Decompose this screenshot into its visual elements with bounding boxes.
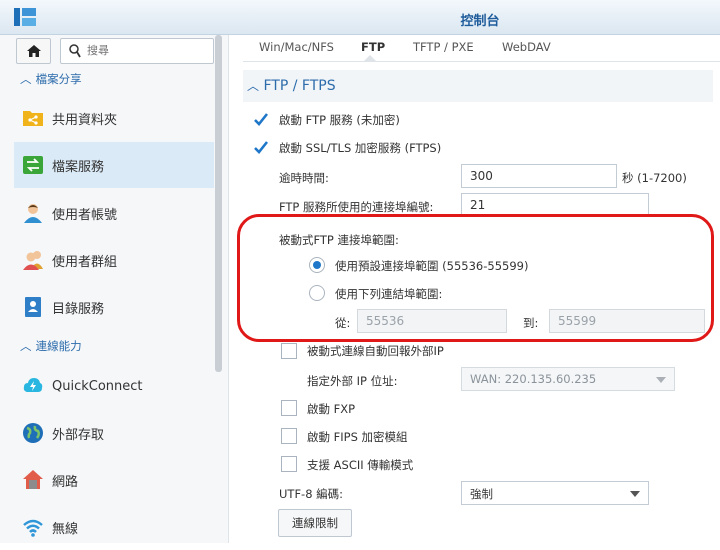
range-to-label: 到:: [523, 316, 539, 330]
passive-external-ip-checkbox[interactable]: [281, 343, 297, 359]
sidebar: ︿ 檔案分享 共用資料夾 檔案服務 使: [0, 35, 229, 543]
passive-external-ip-label: 被動式連線自動回報外部IP: [307, 344, 444, 358]
range-to-input[interactable]: 55599: [549, 309, 705, 333]
utf8-select[interactable]: 強制: [461, 481, 649, 505]
external-ip-label: 指定外部 IP 位址:: [307, 374, 398, 388]
sidebar-item-shared-folder[interactable]: 共用資料夾: [14, 95, 214, 141]
home-icon: [26, 45, 41, 57]
control-panel-icon: [14, 8, 36, 26]
ascii-mode-label: 支援 ASCII 傳輸模式: [307, 458, 414, 472]
chevron-up-icon: ︿: [20, 339, 32, 353]
external-access-icon: [22, 422, 44, 444]
sidebar-item-file-services[interactable]: 檔案服務: [14, 142, 214, 188]
window-titlebar: 控制台: [0, 0, 720, 35]
timeout-label: 逾時時間:: [279, 171, 329, 185]
sidebar-item-user[interactable]: 使用者帳號: [14, 190, 214, 236]
external-ip-select[interactable]: WAN: 220.135.60.235: [461, 367, 675, 391]
tab-bar: Win/Mac/NFS FTP TFTP / PXE WebDAV: [243, 35, 720, 62]
enable-fxp-label: 啟動 FXP: [307, 402, 356, 416]
directory-icon: [22, 296, 44, 318]
search-icon: [69, 44, 81, 58]
main-panel: Win/Mac/NFS FTP TFTP / PXE WebDAV ︿ FTP …: [229, 35, 720, 543]
tab-webdav[interactable]: WebDAV: [502, 40, 551, 54]
passive-range-label: 被動式FTP 連接埠範圍:: [279, 233, 399, 247]
sidebar-item-directory[interactable]: 目錄服務: [14, 284, 214, 330]
enable-fips-label: 啟動 FIPS 加密模組: [307, 430, 408, 444]
active-tab-indicator: [364, 55, 376, 61]
sidebar-item-quickconnect[interactable]: QuickConnect: [14, 363, 214, 409]
ftp-port-label: FTP 服務所使用的連接埠編號:: [279, 200, 434, 214]
sidebar-item-wireless[interactable]: 無線: [14, 504, 214, 550]
chevron-down-icon: [656, 377, 666, 383]
custom-range-radio[interactable]: [309, 285, 325, 301]
quickconnect-icon: [22, 375, 44, 397]
enable-ftps-label: 啟動 SSL/TLS 加密服務 (FTPS): [279, 141, 442, 155]
chevron-up-icon: ︿: [20, 72, 32, 86]
sidebar-section-connectivity[interactable]: ︿ 連線能力: [20, 338, 82, 354]
section-title-ftp: ︿ FTP / FTPS: [247, 78, 336, 94]
ascii-mode-checkbox[interactable]: [281, 456, 297, 472]
range-from-label: 從:: [335, 316, 351, 330]
enable-ftp-checkbox[interactable]: [253, 112, 269, 128]
default-range-label: 使用預設連接埠範圍 (55536-55599): [335, 259, 529, 273]
utf8-label: UTF-8 編碼:: [279, 487, 344, 501]
tab-ftp[interactable]: FTP: [361, 40, 385, 54]
file-services-icon: [22, 154, 44, 176]
enable-fxp-checkbox[interactable]: [281, 400, 297, 416]
default-range-radio[interactable]: [309, 257, 325, 273]
shared-folder-icon: [22, 107, 44, 129]
home-button[interactable]: [16, 38, 51, 64]
search-input[interactable]: [87, 42, 205, 58]
custom-range-label: 使用下列連結埠範圍:: [335, 287, 443, 301]
sidebar-item-network[interactable]: 網路: [14, 457, 214, 503]
network-icon: [22, 469, 44, 491]
enable-ftps-checkbox[interactable]: [253, 140, 269, 156]
range-from-input[interactable]: 55536: [357, 309, 507, 333]
sidebar-scrollbar[interactable]: [215, 35, 222, 372]
tab-tftp-pxe[interactable]: TFTP / PXE: [413, 40, 474, 54]
enable-ftp-label: 啟動 FTP 服務 (未加密): [279, 113, 400, 127]
ftp-port-input[interactable]: 21: [461, 193, 649, 217]
enable-fips-checkbox[interactable]: [281, 428, 297, 444]
sidebar-section-file-sharing[interactable]: ︿ 檔案分享: [20, 71, 82, 87]
connection-limit-button[interactable]: 連線限制: [278, 509, 352, 537]
wireless-icon: [22, 516, 44, 538]
sidebar-item-external-access[interactable]: 外部存取: [14, 410, 214, 456]
sidebar-item-group[interactable]: 使用者群組: [14, 237, 214, 283]
window-title: 控制台: [460, 14, 500, 29]
timeout-unit: 秒 (1-7200): [622, 171, 687, 185]
user-icon: [22, 202, 44, 224]
group-icon: [22, 249, 44, 271]
chevron-up-icon: ︿: [247, 79, 260, 93]
tab-win-mac-nfs[interactable]: Win/Mac/NFS: [259, 40, 334, 54]
search-box[interactable]: [60, 38, 214, 64]
timeout-input[interactable]: 300: [461, 164, 617, 188]
chevron-down-icon: [630, 491, 640, 497]
